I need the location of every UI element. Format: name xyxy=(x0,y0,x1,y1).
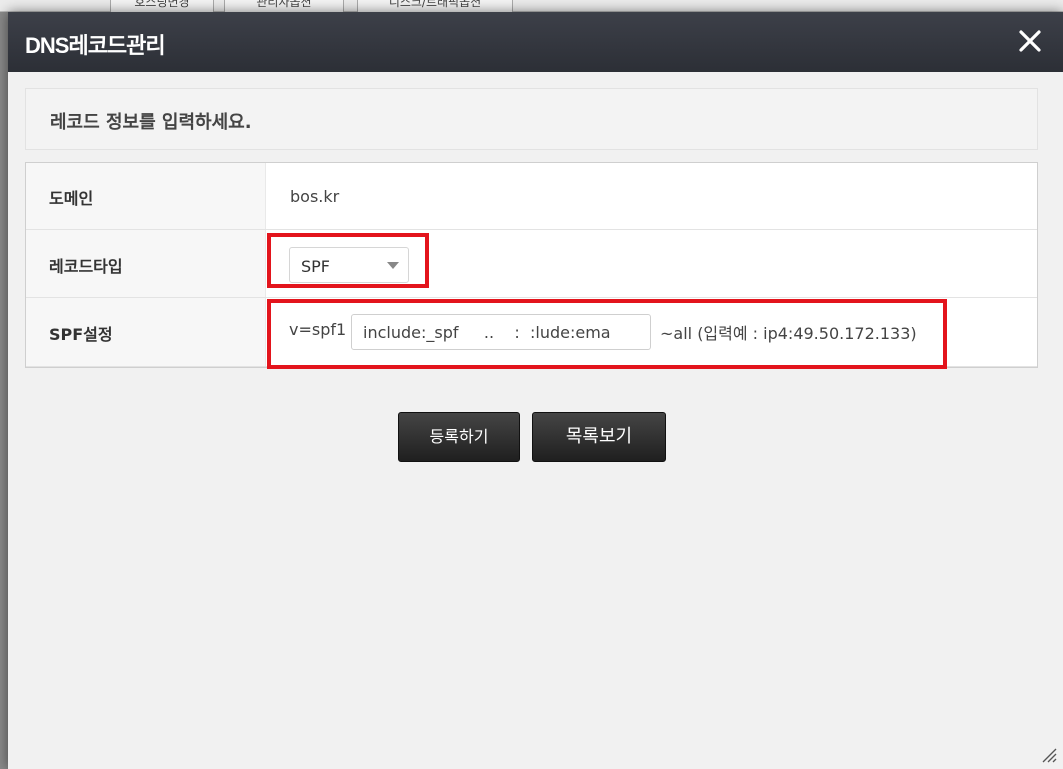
modal-header: DNS레코드관리 xyxy=(8,12,1063,72)
record-type-select[interactable]: SPF xyxy=(289,247,409,283)
spf-prefix: v=spf1 xyxy=(289,320,347,339)
resize-grip-icon[interactable] xyxy=(1041,747,1057,763)
background-tab-label: 디스크/트래픽옵션 xyxy=(388,0,482,9)
spf-row: SPF설정 v=spf1 ~all (입력예 : ip4:49.50.172.1… xyxy=(26,298,1037,367)
record-type-label: 레코드타입 xyxy=(49,257,123,276)
modal-title: DNS레코드관리 xyxy=(25,33,166,58)
spf-input[interactable] xyxy=(351,314,651,350)
background-tab-hosting-change[interactable]: 호스팅변경 xyxy=(110,0,214,12)
spf-suffix-hint: ~all (입력예 : ip4:49.50.172.133) xyxy=(660,324,917,343)
background-tab-label: 관리자옵션 xyxy=(256,0,312,9)
spf-label-cell: SPF설정 xyxy=(26,298,266,366)
spf-label: SPF설정 xyxy=(49,325,113,344)
background-tab-label: 호스팅변경 xyxy=(134,0,190,9)
triangle-down-icon xyxy=(387,262,399,269)
record-form-table: 도메인 bos.kr 레코드타입 SPF SPF설정 v=spf1 ~all (… xyxy=(25,162,1038,369)
domain-row: 도메인 bos.kr xyxy=(26,163,1037,230)
list-button[interactable]: 목록보기 xyxy=(532,412,666,462)
domain-label: 도메인 xyxy=(49,189,94,208)
domain-value: bos.kr xyxy=(290,187,340,206)
dns-record-modal: DNS레코드관리 레코드 정보를 입력하세요. 도메인 bos.kr 레코드타입… xyxy=(8,12,1063,769)
close-icon xyxy=(1019,30,1041,52)
notice-box: 레코드 정보를 입력하세요. xyxy=(25,88,1038,150)
register-button[interactable]: 등록하기 xyxy=(398,412,520,462)
record-type-label-cell: 레코드타입 xyxy=(26,230,266,297)
notice-text: 레코드 정보를 입력하세요. xyxy=(50,112,252,133)
close-button[interactable] xyxy=(1015,26,1045,56)
domain-label-cell: 도메인 xyxy=(26,163,266,229)
record-type-row: 레코드타입 SPF xyxy=(26,230,1037,298)
background-tab-disk-traffic[interactable]: 디스크/트래픽옵션 xyxy=(357,0,513,12)
record-type-selected: SPF xyxy=(301,257,331,276)
background-tab-admin-options[interactable]: 관리자옵션 xyxy=(224,0,344,12)
background-tab-strip: 호스팅변경 관리자옵션 디스크/트래픽옵션 xyxy=(0,0,1063,12)
